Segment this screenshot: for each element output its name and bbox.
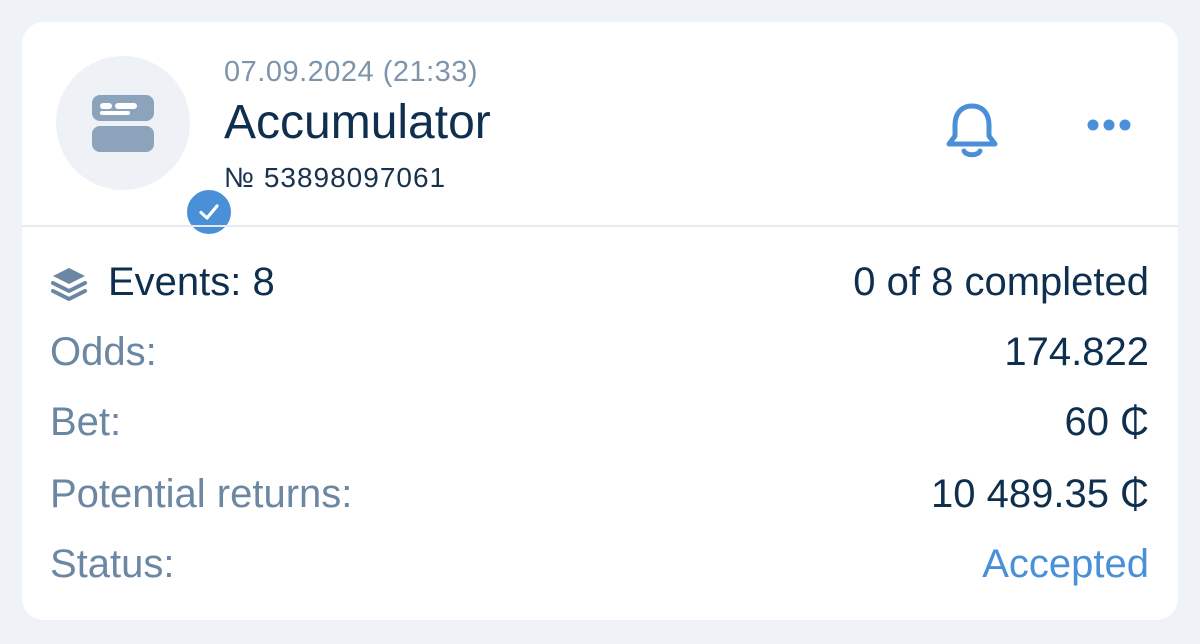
bet-card[interactable]: 07.09.2024 (21:33) Accumulator № 5389809… <box>22 22 1178 620</box>
header-divider <box>22 225 1178 227</box>
bet-amount-label: Bet: <box>50 400 122 444</box>
bet-type-title: Accumulator <box>224 96 491 149</box>
odds-label: Odds: <box>50 330 157 374</box>
bet-amount-value: 60 ₵ <box>1064 400 1150 444</box>
events-count: Events: 8 <box>108 260 275 304</box>
status-value: Accepted <box>982 542 1149 586</box>
notifications-button[interactable] <box>940 100 1004 162</box>
events-progress: 0 of 8 completed <box>853 260 1149 304</box>
potential-returns-value: 10 489.35 ₵ <box>931 472 1149 516</box>
status-row: Status: Accepted <box>50 542 1149 594</box>
bet-card-header: 07.09.2024 (21:33) Accumulator № 5389809… <box>22 22 1178 238</box>
layers-icon <box>51 268 87 301</box>
coupon-icon <box>92 95 154 152</box>
bell-icon[interactable] <box>940 100 1004 162</box>
bet-datetime: 07.09.2024 (21:33) <box>224 56 479 88</box>
odds-value: 174.822 <box>1004 330 1149 374</box>
more-horizontal-icon[interactable] <box>1082 112 1136 138</box>
bet-type-avatar <box>56 56 235 238</box>
status-label: Status: <box>50 542 175 586</box>
odds-row: Odds: 174.822 <box>50 330 1149 382</box>
bet-amount-row: Bet: 60 ₵ <box>50 400 1149 452</box>
bet-number: № 53898097061 <box>224 162 447 193</box>
potential-returns-row: Potential returns: 10 489.35 ₵ <box>50 472 1149 524</box>
events-row: Events: 8 0 of 8 completed <box>50 260 1149 312</box>
potential-returns-label: Potential returns: <box>50 472 353 516</box>
more-options-button[interactable] <box>1082 112 1136 138</box>
